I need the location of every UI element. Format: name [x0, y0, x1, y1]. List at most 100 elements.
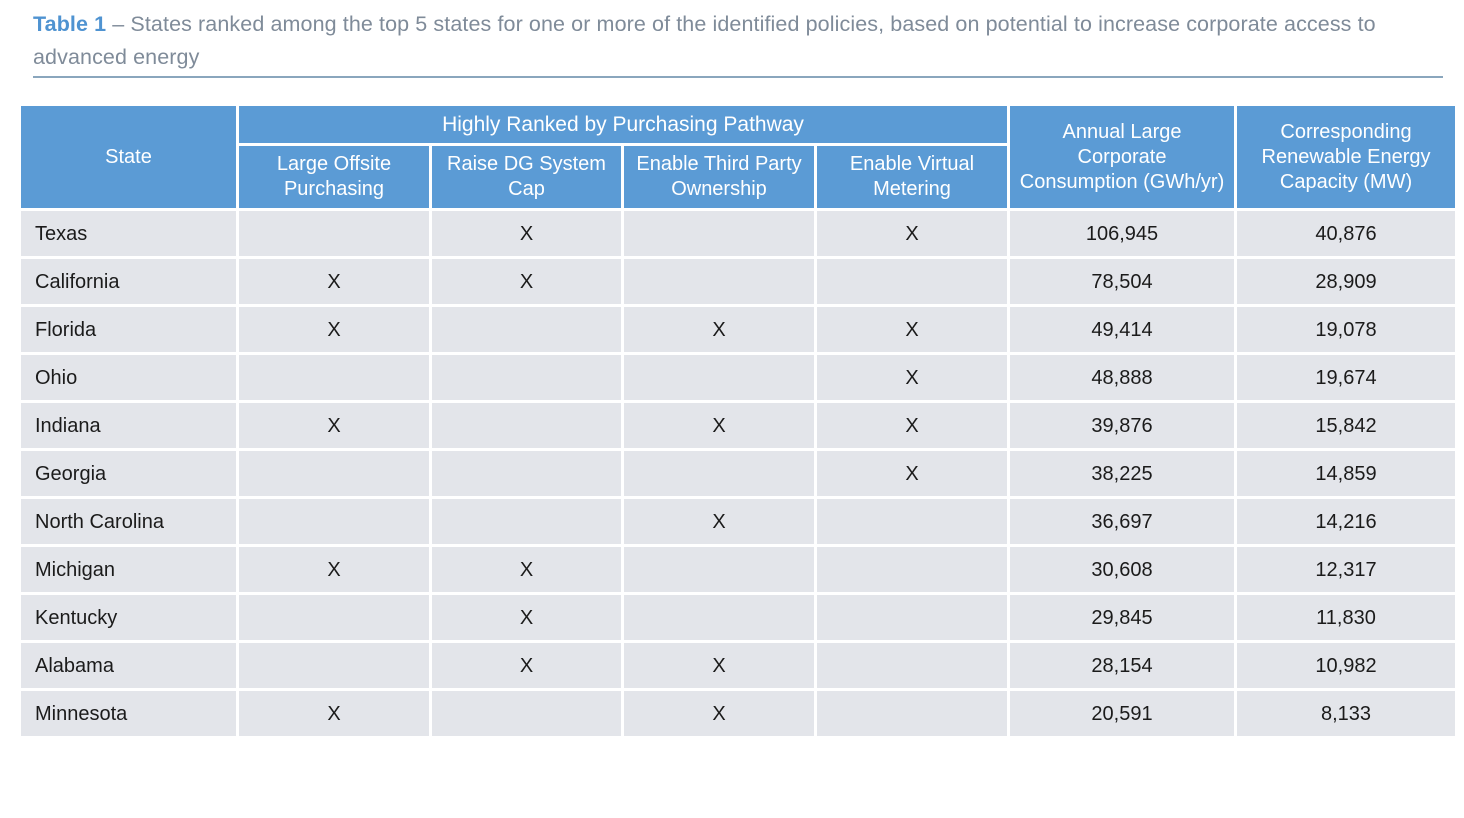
- cell-large-offsite-mark: [239, 451, 429, 496]
- cell-renewable-capacity: 14,216: [1237, 499, 1455, 544]
- cell-third-party-mark: X: [624, 643, 814, 688]
- cell-raise-dg-mark: X: [432, 547, 621, 592]
- table-row: Georgia X 38,225 14,859: [21, 451, 1455, 496]
- caption-dash: –: [106, 12, 131, 36]
- cell-state-name: North Carolina: [21, 499, 236, 544]
- table-row: Alabama X X 28,154 10,982: [21, 643, 1455, 688]
- cell-state-name: Texas: [21, 211, 236, 256]
- cell-third-party-mark: [624, 547, 814, 592]
- cell-state-name: Alabama: [21, 643, 236, 688]
- cell-annual-consumption: 39,876: [1010, 403, 1234, 448]
- cell-third-party-mark: [624, 355, 814, 400]
- caption-divider: [33, 76, 1443, 78]
- cell-renewable-capacity: 10,982: [1237, 643, 1455, 688]
- cell-annual-consumption: 78,504: [1010, 259, 1234, 304]
- cell-renewable-capacity: 19,078: [1237, 307, 1455, 352]
- cell-third-party-mark: X: [624, 403, 814, 448]
- table-page: Table 1 – States ranked among the top 5 …: [0, 0, 1464, 818]
- cell-raise-dg-mark: [432, 403, 621, 448]
- table-row: Ohio X 48,888 19,674: [21, 355, 1455, 400]
- cell-virtual-metering-mark: X: [817, 211, 1007, 256]
- table-row: Indiana X X X 39,876 15,842: [21, 403, 1455, 448]
- cell-virtual-metering-mark: X: [817, 403, 1007, 448]
- column-header-enable-virtual-metering: Enable Virtual Metering: [817, 146, 1007, 208]
- cell-annual-consumption: 49,414: [1010, 307, 1234, 352]
- cell-virtual-metering-mark: [817, 691, 1007, 736]
- cell-virtual-metering-mark: [817, 547, 1007, 592]
- caption-body: States ranked among the top 5 states for…: [33, 12, 1376, 69]
- cell-renewable-capacity: 40,876: [1237, 211, 1455, 256]
- cell-renewable-capacity: 11,830: [1237, 595, 1455, 640]
- cell-state-name: Michigan: [21, 547, 236, 592]
- cell-renewable-capacity: 8,133: [1237, 691, 1455, 736]
- cell-large-offsite-mark: [239, 499, 429, 544]
- cell-third-party-mark: X: [624, 307, 814, 352]
- cell-annual-consumption: 29,845: [1010, 595, 1234, 640]
- column-header-annual-consumption: Annual Large Corporate Consumption (GWh/…: [1010, 106, 1234, 208]
- table-row: Texas X X 106,945 40,876: [21, 211, 1455, 256]
- cell-virtual-metering-mark: X: [817, 307, 1007, 352]
- cell-virtual-metering-mark: X: [817, 355, 1007, 400]
- table-container: State Highly Ranked by Purchasing Pathwa…: [21, 106, 1455, 736]
- cell-state-name: Kentucky: [21, 595, 236, 640]
- cell-virtual-metering-mark: [817, 595, 1007, 640]
- cell-state-name: Georgia: [21, 451, 236, 496]
- cell-large-offsite-mark: [239, 595, 429, 640]
- cell-raise-dg-mark: X: [432, 643, 621, 688]
- cell-third-party-mark: X: [624, 691, 814, 736]
- cell-raise-dg-mark: X: [432, 211, 621, 256]
- cell-raise-dg-mark: X: [432, 595, 621, 640]
- cell-annual-consumption: 48,888: [1010, 355, 1234, 400]
- column-header-enable-third-party-ownership: Enable Third Party Ownership: [624, 146, 814, 208]
- cell-renewable-capacity: 28,909: [1237, 259, 1455, 304]
- cell-large-offsite-mark: [239, 355, 429, 400]
- cell-large-offsite-mark: [239, 211, 429, 256]
- cell-third-party-mark: [624, 211, 814, 256]
- cell-third-party-mark: [624, 259, 814, 304]
- cell-virtual-metering-mark: X: [817, 451, 1007, 496]
- cell-annual-consumption: 38,225: [1010, 451, 1234, 496]
- cell-large-offsite-mark: X: [239, 403, 429, 448]
- caption-line: Table 1 – States ranked among the top 5 …: [33, 8, 1443, 74]
- cell-virtual-metering-mark: [817, 499, 1007, 544]
- cell-renewable-capacity: 12,317: [1237, 547, 1455, 592]
- cell-state-name: Florida: [21, 307, 236, 352]
- column-header-large-offsite-purchasing: Large Offsite Purchasing: [239, 146, 429, 208]
- cell-large-offsite-mark: X: [239, 259, 429, 304]
- cell-raise-dg-mark: [432, 451, 621, 496]
- cell-renewable-capacity: 15,842: [1237, 403, 1455, 448]
- cell-virtual-metering-mark: [817, 643, 1007, 688]
- cell-state-name: Minnesota: [21, 691, 236, 736]
- cell-state-name: Ohio: [21, 355, 236, 400]
- cell-annual-consumption: 36,697: [1010, 499, 1234, 544]
- table-row: North Carolina X 36,697 14,216: [21, 499, 1455, 544]
- cell-large-offsite-mark: X: [239, 547, 429, 592]
- cell-renewable-capacity: 14,859: [1237, 451, 1455, 496]
- cell-third-party-mark: [624, 451, 814, 496]
- column-header-raise-dg-system-cap: Raise DG System Cap: [432, 146, 621, 208]
- table-row: Florida X X X 49,414 19,078: [21, 307, 1455, 352]
- cell-third-party-mark: [624, 595, 814, 640]
- cell-annual-consumption: 30,608: [1010, 547, 1234, 592]
- table-caption: Table 1 – States ranked among the top 5 …: [33, 8, 1443, 74]
- cell-third-party-mark: X: [624, 499, 814, 544]
- cell-state-name: California: [21, 259, 236, 304]
- cell-annual-consumption: 106,945: [1010, 211, 1234, 256]
- cell-raise-dg-mark: [432, 499, 621, 544]
- cell-raise-dg-mark: [432, 355, 621, 400]
- header-row-top: State Highly Ranked by Purchasing Pathwa…: [21, 106, 1455, 208]
- table-head: State Highly Ranked by Purchasing Pathwa…: [21, 106, 1455, 208]
- cell-large-offsite-mark: [239, 643, 429, 688]
- caption-label: Table 1: [33, 12, 107, 36]
- table-row: Michigan X X 30,608 12,317: [21, 547, 1455, 592]
- cell-renewable-capacity: 19,674: [1237, 355, 1455, 400]
- table-row: California X X 78,504 28,909: [21, 259, 1455, 304]
- states-policy-table: State Highly Ranked by Purchasing Pathwa…: [18, 103, 1458, 739]
- cell-annual-consumption: 28,154: [1010, 643, 1234, 688]
- cell-raise-dg-mark: [432, 307, 621, 352]
- cell-raise-dg-mark: X: [432, 259, 621, 304]
- cell-state-name: Indiana: [21, 403, 236, 448]
- table-body: Texas X X 106,945 40,876 California X X 78,504 28…: [21, 211, 1455, 736]
- cell-large-offsite-mark: X: [239, 691, 429, 736]
- column-header-state: State: [21, 106, 236, 208]
